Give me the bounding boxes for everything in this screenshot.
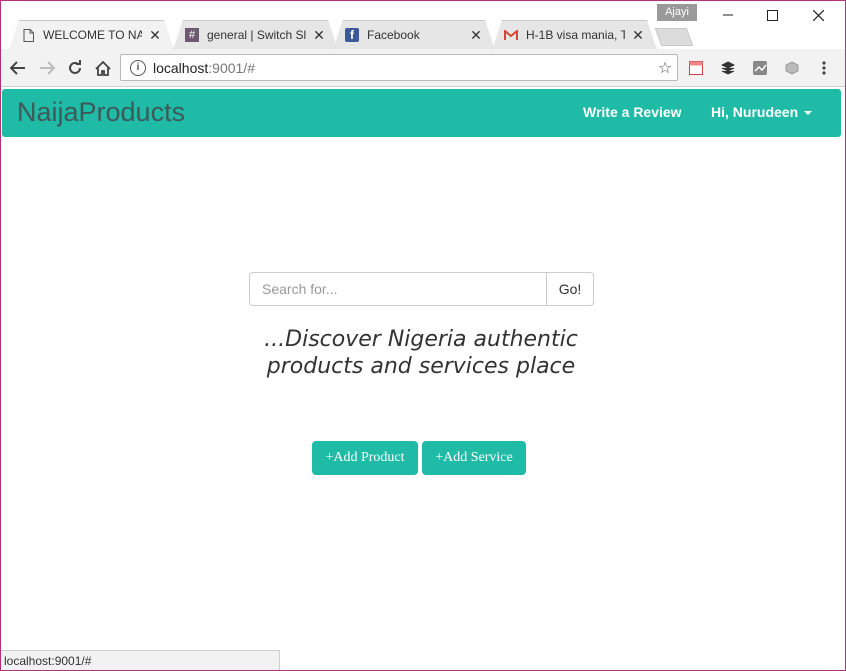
write-review-link[interactable]: Write a Review (583, 104, 682, 120)
user-menu-dropdown[interactable]: Hi, Nurudeen (711, 104, 813, 120)
tab-slack[interactable]: # general | Switch Slack ✕ (173, 20, 338, 50)
browser-toolbar: i localhost:9001/# ☆ (1, 49, 845, 87)
site-navbar: NaijaProducts Write a Review Hi, Nurudee… (2, 89, 841, 137)
extension-calendar-icon[interactable] (687, 59, 705, 77)
minimize-icon[interactable] (713, 5, 743, 25)
close-icon[interactable]: ✕ (148, 27, 162, 44)
tab-title: Facebook (367, 28, 420, 42)
search-group: Go! (249, 272, 594, 306)
tab-facebook[interactable]: f Facebook ✕ (333, 20, 495, 50)
status-bar: localhost:9001/# (1, 650, 280, 670)
info-icon[interactable]: i (130, 59, 146, 76)
tab-title: WELCOME TO NAIJA (43, 28, 142, 42)
tagline-line-1: ...Discover Nigeria authentic (264, 327, 578, 352)
back-icon[interactable] (7, 57, 29, 79)
extension-layers-icon[interactable] (719, 59, 737, 77)
window-close-icon[interactable] (803, 5, 833, 25)
menu-kebab-icon[interactable] (815, 59, 833, 77)
facebook-icon: f (345, 28, 359, 42)
address-bar[interactable]: i localhost:9001/# ☆ (120, 54, 678, 81)
page-icon (21, 28, 35, 42)
maximize-icon[interactable] (757, 5, 787, 25)
tagline: ...Discover Nigeria authentic products a… (171, 326, 671, 380)
tab-strip: WELCOME TO NAIJA ✕ # general | Switch Sl… (1, 1, 845, 50)
new-tab-button[interactable] (654, 28, 694, 46)
home-icon[interactable] (92, 57, 114, 79)
url-text: localhost:9001/# (153, 59, 255, 76)
profile-badge[interactable]: Ajayi (657, 4, 697, 21)
tab-title: general | Switch Slack (207, 28, 306, 42)
close-icon[interactable]: ✕ (631, 27, 645, 44)
caret-down-icon (804, 111, 813, 116)
bookmark-star-icon[interactable]: ☆ (653, 58, 677, 78)
close-icon[interactable]: ✕ (312, 27, 326, 44)
search-go-button[interactable]: Go! (546, 272, 594, 306)
gmail-icon (504, 28, 518, 42)
close-icon[interactable]: ✕ (469, 27, 483, 44)
brand-logo[interactable]: NaijaProducts (17, 97, 185, 128)
search-input[interactable] (249, 272, 546, 306)
tab-gmail[interactable]: H-1B visa mania, Tech ✕ (492, 20, 657, 50)
extension-chart-icon[interactable] (751, 59, 769, 77)
tab-welcome[interactable]: WELCOME TO NAIJA ✕ (9, 20, 174, 50)
tab-title: H-1B visa mania, Tech (526, 28, 625, 42)
browser-window: WELCOME TO NAIJA ✕ # general | Switch Sl… (0, 0, 846, 671)
reload-icon[interactable] (64, 57, 86, 79)
add-product-button[interactable]: +Add Product (312, 441, 418, 475)
tagline-line-2: products and services place (266, 354, 576, 379)
slack-icon: # (185, 28, 199, 42)
add-service-button[interactable]: +Add Service (422, 441, 526, 475)
extension-cube-icon[interactable] (783, 59, 801, 77)
forward-icon[interactable] (36, 57, 58, 79)
